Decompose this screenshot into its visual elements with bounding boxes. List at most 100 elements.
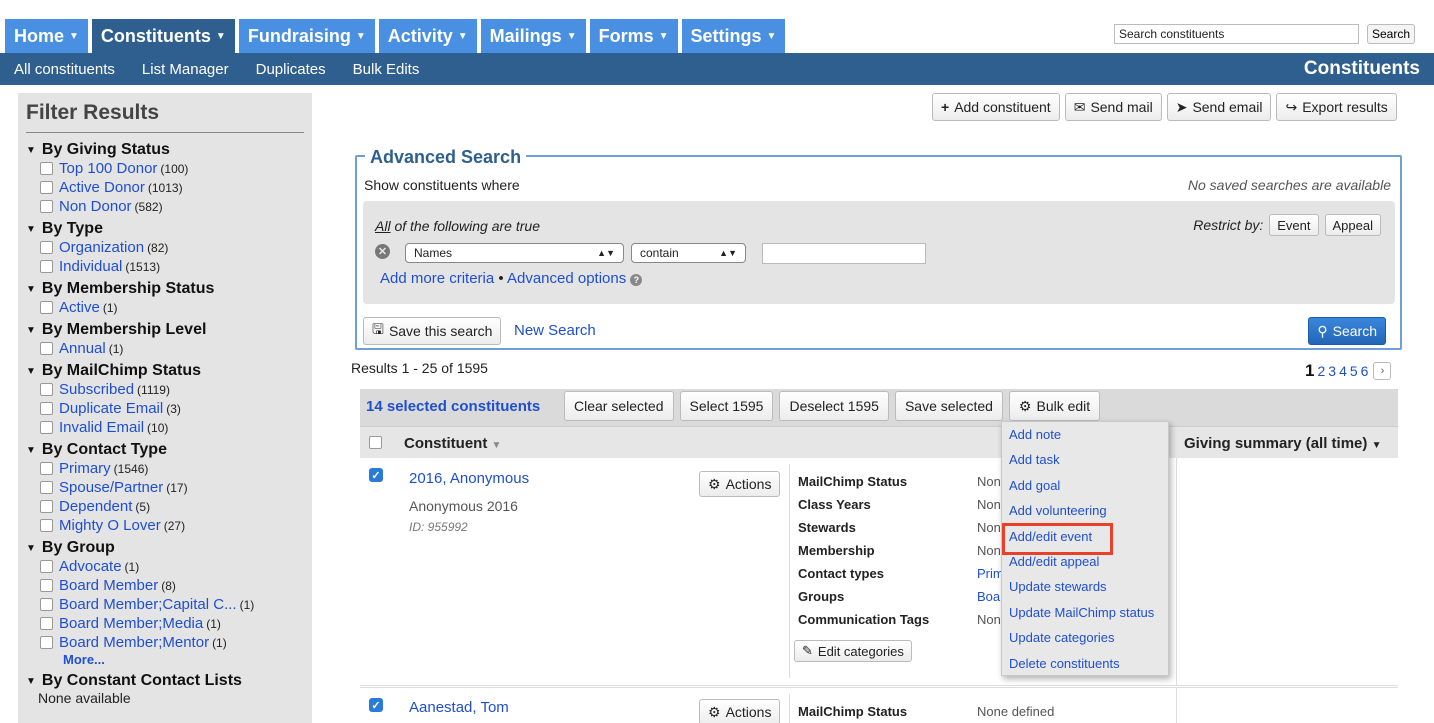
- subnav-duplicates[interactable]: Duplicates: [256, 61, 326, 78]
- filter-link[interactable]: Invalid Email: [59, 419, 144, 436]
- page-link[interactable]: 2: [1317, 363, 1325, 379]
- row-actions-button[interactable]: ⚙ Actions: [699, 471, 781, 497]
- filter-group-header[interactable]: ▼ By Group: [26, 539, 304, 557]
- filter-checkbox[interactable]: [40, 342, 53, 355]
- nav-tab-forms[interactable]: Forms ▼: [589, 19, 678, 53]
- constituent-name-link[interactable]: 2016, Anonymous: [409, 470, 529, 487]
- filter-checkbox[interactable]: [40, 617, 53, 630]
- page-link[interactable]: 4: [1339, 363, 1347, 379]
- filter-checkbox[interactable]: [40, 162, 53, 175]
- filter-link[interactable]: Dependent: [59, 498, 132, 515]
- filter-link[interactable]: Active: [59, 299, 100, 316]
- menu-delete-constituents[interactable]: Delete constituents: [1002, 654, 1168, 679]
- filter-group-header[interactable]: ▼ By Type: [26, 220, 304, 238]
- column-constituent[interactable]: Constituent ▼: [404, 435, 501, 452]
- filter-link[interactable]: Annual: [59, 340, 106, 357]
- filter-link[interactable]: Board Member: [59, 577, 158, 594]
- filter-checkbox[interactable]: [40, 301, 53, 314]
- filter-link[interactable]: Board Member;Media: [59, 615, 203, 632]
- filter-group-header[interactable]: ▼ By Giving Status: [26, 141, 304, 159]
- filter-group-header[interactable]: ▼ By MailChimp Status: [26, 362, 304, 380]
- filter-group-header[interactable]: ▼ By Membership Level: [26, 321, 304, 339]
- filter-checkbox[interactable]: [40, 462, 53, 475]
- new-search-link[interactable]: New Search: [514, 322, 596, 339]
- menu-update-categories[interactable]: Update categories: [1002, 628, 1168, 653]
- advanced-options-link[interactable]: Advanced options: [507, 270, 626, 287]
- filter-link[interactable]: Primary: [59, 460, 111, 477]
- column-giving-summary[interactable]: Giving summary (all time) ▼: [1184, 435, 1381, 452]
- restrict-event-button[interactable]: Event: [1269, 214, 1319, 236]
- nav-tab-activity[interactable]: Activity ▼: [378, 19, 477, 53]
- filter-link[interactable]: Duplicate Email: [59, 400, 163, 417]
- filter-link[interactable]: Advocate: [59, 558, 122, 575]
- filter-checkbox[interactable]: [40, 500, 53, 513]
- filter-checkbox[interactable]: [40, 383, 53, 396]
- filter-link[interactable]: Active Donor: [59, 179, 145, 196]
- add-more-criteria-link[interactable]: Add more criteria: [380, 270, 494, 287]
- export-results-button[interactable]: ↪ Export results: [1276, 93, 1397, 121]
- filter-link[interactable]: Subscribed: [59, 381, 134, 398]
- row-checkbox[interactable]: ✓: [369, 698, 383, 712]
- remove-criterion-icon[interactable]: ✕: [375, 244, 390, 259]
- subnav-bulk-edits[interactable]: Bulk Edits: [353, 61, 420, 78]
- advanced-search-button[interactable]: ⚲ Search: [1308, 317, 1386, 345]
- filter-link[interactable]: Top 100 Donor: [59, 160, 157, 177]
- nav-tab-constituents[interactable]: Constituents ▼: [91, 19, 235, 53]
- chevron-right-icon[interactable]: ›: [1373, 362, 1392, 380]
- select-all-checkbox[interactable]: [369, 436, 382, 449]
- operator-select[interactable]: contain ▲▼: [631, 243, 746, 263]
- filter-checkbox[interactable]: [40, 579, 53, 592]
- filter-more-link[interactable]: More...: [26, 652, 304, 668]
- edit-categories-button[interactable]: ✎ Edit categories: [794, 640, 912, 662]
- nav-tab-settings[interactable]: Settings ▼: [681, 19, 786, 53]
- menu-add-edit-event[interactable]: Add/edit event: [1002, 522, 1168, 555]
- menu-add-task[interactable]: Add task: [1002, 450, 1168, 475]
- filter-checkbox[interactable]: [40, 519, 53, 532]
- filter-checkbox[interactable]: [40, 481, 53, 494]
- menu-add-note[interactable]: Add note: [1002, 425, 1168, 450]
- filter-link[interactable]: Non Donor: [59, 198, 132, 215]
- page-link[interactable]: 6: [1361, 363, 1369, 379]
- filter-group-header[interactable]: ▼ By Contact Type: [26, 441, 304, 459]
- page-link[interactable]: 5: [1350, 363, 1358, 379]
- menu-update-mailchimp-status[interactable]: Update MailChimp status: [1002, 603, 1168, 628]
- nav-tab-mailings[interactable]: Mailings ▼: [480, 19, 586, 53]
- filter-checkbox[interactable]: [40, 200, 53, 213]
- send-email-button[interactable]: ➤ Send email: [1166, 93, 1272, 121]
- page-link[interactable]: 3: [1328, 363, 1336, 379]
- field-select[interactable]: Names ▲▼: [405, 243, 624, 263]
- search-constituents-input[interactable]: [1114, 24, 1359, 44]
- save-search-button[interactable]: 🖫 Save this search: [363, 317, 502, 345]
- menu-add-edit-appeal[interactable]: Add/edit appeal: [1002, 552, 1168, 577]
- row-actions-button[interactable]: ⚙ Actions: [699, 699, 781, 723]
- filter-link[interactable]: Board Member;Mentor: [59, 634, 209, 651]
- restrict-appeal-button[interactable]: Appeal: [1324, 214, 1381, 236]
- match-mode-toggle[interactable]: All: [375, 218, 391, 234]
- filter-link[interactable]: Individual: [59, 258, 122, 275]
- send-mail-button[interactable]: ✉ Send mail: [1064, 93, 1162, 121]
- clear-selected-button[interactable]: Clear selected: [564, 391, 674, 421]
- filter-checkbox[interactable]: [40, 241, 53, 254]
- filter-link[interactable]: Organization: [59, 239, 144, 256]
- filter-checkbox[interactable]: [40, 421, 53, 434]
- help-icon[interactable]: ?: [630, 274, 643, 286]
- save-selected-button[interactable]: Save selected: [894, 391, 1003, 421]
- filter-checkbox[interactable]: [40, 181, 53, 194]
- subnav-list-manager[interactable]: List Manager: [142, 61, 229, 78]
- subnav-all-constituents[interactable]: All constituents: [14, 61, 115, 78]
- add-constituent-button[interactable]: + Add constituent: [932, 93, 1060, 121]
- filter-group-header[interactable]: ▼ By Membership Status: [26, 280, 304, 298]
- nav-tab-home[interactable]: Home ▼: [5, 19, 88, 53]
- criterion-value-input[interactable]: [762, 243, 926, 264]
- menu-update-stewards[interactable]: Update stewards: [1002, 577, 1168, 602]
- select-all-button[interactable]: Select 1595: [679, 391, 774, 421]
- filter-checkbox[interactable]: [40, 260, 53, 273]
- filter-checkbox[interactable]: [40, 598, 53, 611]
- filter-link[interactable]: Spouse/Partner: [59, 479, 163, 496]
- filter-checkbox[interactable]: [40, 560, 53, 573]
- selected-count[interactable]: 14 selected constituents: [366, 398, 540, 415]
- filter-link[interactable]: Board Member;Capital C...: [59, 596, 237, 613]
- filter-checkbox[interactable]: [40, 636, 53, 649]
- menu-add-goal[interactable]: Add goal: [1002, 476, 1168, 501]
- bulk-edit-button[interactable]: ⚙ Bulk edit: [1008, 391, 1101, 421]
